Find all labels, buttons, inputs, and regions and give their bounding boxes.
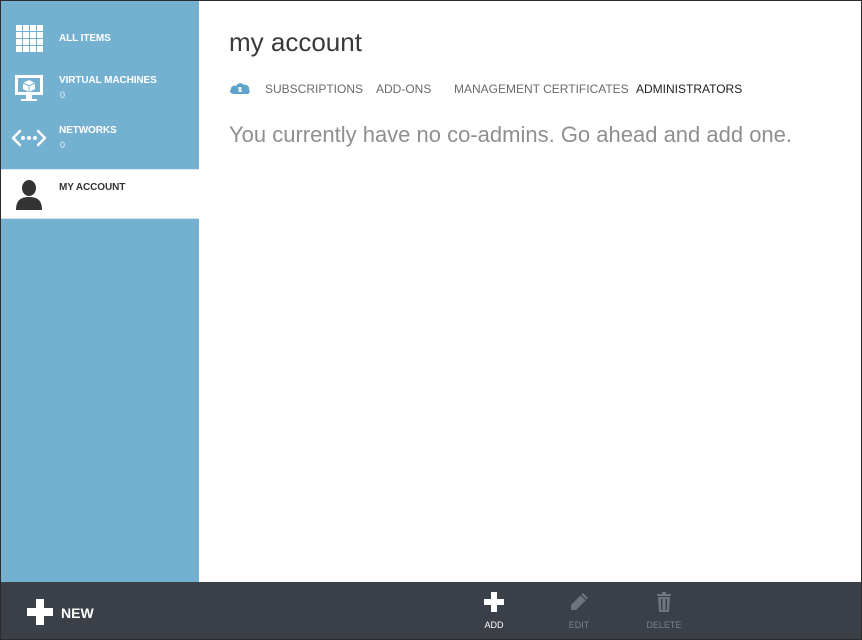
- command-bar: NEW ADD EDIT DELETE: [1, 582, 861, 639]
- tab-add-ons[interactable]: ADD-ONS: [376, 82, 431, 96]
- monitor-icon: [15, 75, 43, 101]
- edit-button[interactable]: EDIT: [549, 591, 609, 635]
- tab-administrators[interactable]: ADMINISTRATORS: [636, 82, 742, 96]
- sidebar-item-label: VIRTUAL MACHINES: [59, 75, 157, 86]
- plus-icon: [27, 599, 53, 625]
- pencil-icon: [571, 593, 588, 610]
- sidebar-item-label: NETWORKS: [59, 125, 117, 136]
- sidebar-item-my-account[interactable]: MY ACCOUNT: [1, 169, 199, 219]
- sidebar-item-count: 0: [60, 90, 66, 100]
- plus-icon: [484, 592, 504, 612]
- delete-button-label: DELETE: [646, 620, 682, 630]
- edit-button-label: EDIT: [568, 620, 590, 630]
- user-icon: [16, 180, 42, 210]
- tab-management-certificates[interactable]: MANAGEMENT CERTIFICATES: [454, 82, 629, 96]
- network-icon: [11, 129, 47, 147]
- add-button-label: ADD: [484, 620, 504, 630]
- empty-state-message: You currently have no co-admins. Go ahea…: [229, 122, 793, 147]
- sidebar-item-networks[interactable]: NETWORKS 0: [1, 113, 199, 163]
- sidebar-item-label: MY ACCOUNT: [59, 182, 126, 193]
- sidebar-item-all-items[interactable]: ALL ITEMS: [1, 13, 199, 63]
- main-content: my account SUBSCRIPTIONS ADD-ONS MANAGEM…: [199, 1, 861, 582]
- grid-icon: [16, 25, 43, 52]
- tab-subscriptions[interactable]: SUBSCRIPTIONS: [265, 82, 363, 96]
- sidebar-item-label: ALL ITEMS: [59, 33, 111, 44]
- add-button[interactable]: ADD: [464, 591, 524, 635]
- sidebar: ALL ITEMS VIRTUAL MACHINES 0 NETWORKS 0 …: [1, 1, 199, 582]
- page-title: my account: [229, 27, 362, 57]
- new-button-label: NEW: [61, 605, 94, 621]
- sidebar-item-virtual-machines[interactable]: VIRTUAL MACHINES 0: [1, 63, 199, 113]
- sidebar-item-count: 0: [60, 140, 66, 150]
- cloud-icon: [230, 83, 250, 94]
- app-window: ALL ITEMS VIRTUAL MACHINES 0 NETWORKS 0 …: [0, 0, 862, 640]
- delete-button[interactable]: DELETE: [634, 591, 694, 635]
- trash-icon: [657, 592, 671, 612]
